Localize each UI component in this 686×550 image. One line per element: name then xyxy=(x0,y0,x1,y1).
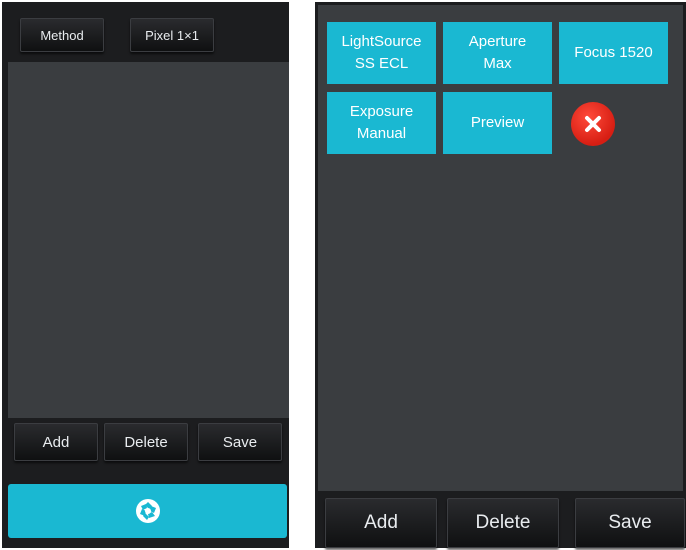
tile-lightsource[interactable]: LightSource SS ECL xyxy=(327,22,436,84)
tile-aperture[interactable]: Aperture Max xyxy=(443,22,552,84)
save-button[interactable]: Save xyxy=(198,423,282,461)
tile-exposure[interactable]: Exposure Manual xyxy=(327,92,436,154)
right-screen-panel: LightSource SS ECL Aperture Max Focus 15… xyxy=(315,2,686,548)
tile-label-line: Aperture xyxy=(468,33,527,50)
method-steps-area: LightSource SS ECL Aperture Max Focus 15… xyxy=(318,5,683,491)
tile-preview[interactable]: Preview xyxy=(443,92,552,154)
tile-focus[interactable]: Focus 1520 xyxy=(559,22,668,84)
tile-label-line: LightSource xyxy=(341,33,422,50)
tile-label-line: Manual xyxy=(356,125,407,142)
add-button[interactable]: Add xyxy=(325,498,437,548)
camera-shutter-icon xyxy=(135,499,160,523)
capture-button[interactable] xyxy=(8,484,287,538)
tile-label-line: SS ECL xyxy=(354,55,409,72)
add-button[interactable]: Add xyxy=(14,423,98,461)
tile-label-line: Preview xyxy=(470,114,525,131)
tile-label-line: Max xyxy=(483,55,512,72)
delete-button[interactable]: Delete xyxy=(104,423,188,461)
pixel-binning-button[interactable]: Pixel 1×1 xyxy=(130,18,214,52)
method-work-area xyxy=(8,62,289,418)
tile-label-line: Exposure xyxy=(349,103,414,120)
delete-button[interactable]: Delete xyxy=(447,498,559,548)
remove-step-button[interactable] xyxy=(571,102,615,146)
close-icon xyxy=(585,116,601,132)
left-screen-panel: Method Pixel 1×1 Add Delete Save xyxy=(2,2,289,548)
save-button[interactable]: Save xyxy=(575,498,685,548)
method-button[interactable]: Method xyxy=(20,18,104,52)
tile-label-line: Focus 1520 xyxy=(574,44,653,61)
